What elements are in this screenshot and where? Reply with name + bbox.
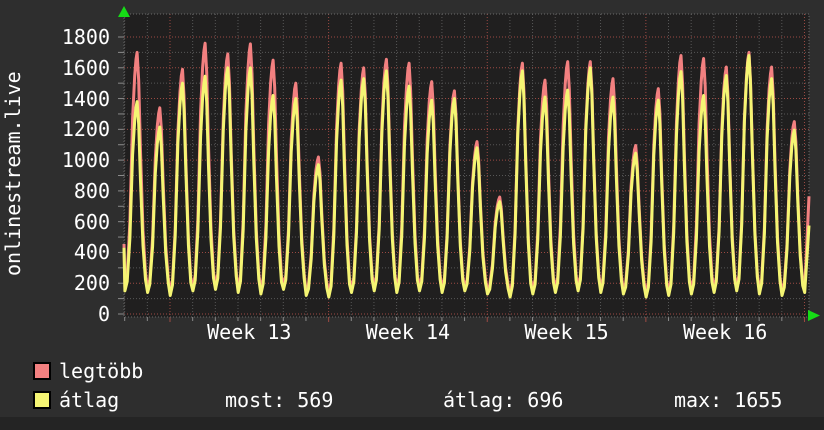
y-tick-label: 800 [73,178,110,203]
x-axis-arrow-icon [808,310,820,321]
y-tick-label: 1600 [61,55,110,80]
stat-atlag-label: átlag: [443,388,516,412]
stat-most-value: 569 [297,388,334,412]
stat-most-label: most: [225,388,286,412]
x-tick-label: Week 14 [365,320,451,344]
legend-row-atlag: átlag [33,389,119,411]
legtobb-swatch-icon [33,362,51,380]
y-axis-arrow-icon [118,6,130,17]
bottom-strip [0,417,824,430]
atlag-swatch-icon [33,391,51,409]
stat-max-label: max: [674,388,723,412]
stat-max: max: 1655 [674,389,782,411]
legend-row-legtobb: legtöbb [33,360,143,382]
y-tick-label: 0 [97,302,110,326]
rrd-graph-panel: onlinestream.live 1800 1600 1400 1200 1000 80… [0,0,824,430]
y-tick-label: 1800 [61,25,110,49]
legtobb-label: legtöbb [59,359,144,383]
y-tick-label: 600 [73,209,110,234]
atlag-label: átlag [59,388,120,412]
x-tick-label: Week 16 [683,320,768,344]
x-tick-label: Week 15 [524,320,609,344]
y-tick-label: 400 [73,240,110,265]
y-tick-label: 1200 [61,117,110,142]
x-tick-label: Week 13 [207,320,292,344]
y-tick-label: 200 [73,271,110,296]
stat-most: most: 569 [225,389,333,411]
stat-atlag-value: 696 [527,388,564,412]
stat-max-value: 1655 [734,388,783,412]
y-tick-label: 1000 [61,148,110,173]
y-tick-label: 1400 [61,86,110,111]
stat-atlag: átlag: 696 [443,389,563,411]
